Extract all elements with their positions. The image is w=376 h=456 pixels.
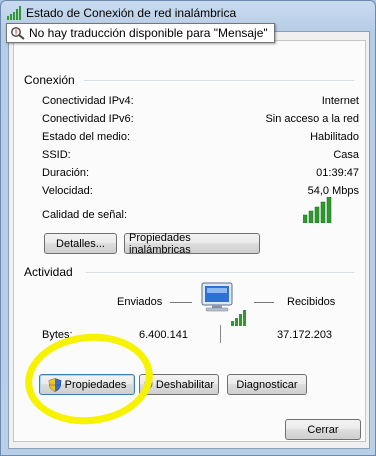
sent-label: Enviados bbox=[117, 296, 163, 308]
title-bar: Estado de Conexión de red inalámbrica bbox=[7, 4, 236, 22]
speed-label: Velocidad: bbox=[42, 185, 93, 197]
bytes-sent-value: 6.400.141 bbox=[139, 329, 188, 341]
received-label: Recibidos bbox=[287, 296, 336, 308]
ipv4-value: Internet bbox=[321, 95, 359, 107]
wireless-properties-button[interactable]: Propiedades inalámbricas bbox=[124, 232, 260, 256]
uac-shield-icon bbox=[144, 380, 153, 389]
duration-row: Duración: 01:39:47 bbox=[42, 167, 359, 179]
properties-button[interactable]: Propiedades bbox=[39, 374, 135, 395]
window-title: Estado de Conexión de red inalámbrica bbox=[26, 6, 237, 20]
magnifier-warning-icon: ! bbox=[11, 27, 25, 40]
window: Estado de Conexión de red inalámbrica ! … bbox=[0, 0, 376, 456]
connection-section-title: Conexión bbox=[24, 73, 75, 87]
ipv6-row: Conectividad IPv6: Sin acceso a la red bbox=[42, 113, 359, 125]
tooltip-text: No hay traducción disponible para "Mensa… bbox=[29, 26, 268, 40]
dialog-client: Conexión Conectividad IPv4: Internet Con… bbox=[8, 31, 370, 449]
ipv6-value: Sin acceso a la red bbox=[265, 113, 359, 125]
media-state-row: Estado del medio: Habilitado bbox=[42, 131, 359, 143]
activity-section-title: Actividad bbox=[24, 265, 73, 279]
network-computer-icon bbox=[201, 282, 246, 326]
properties-button-label: Propiedades bbox=[64, 378, 127, 391]
speed-value: 54,0 Mbps bbox=[307, 185, 359, 197]
duration-label: Duración: bbox=[42, 167, 90, 179]
general-panel: Conexión Conectividad IPv4: Internet Con… bbox=[13, 40, 366, 442]
ssid-label: SSID: bbox=[42, 149, 71, 161]
close-button[interactable]: Cerrar bbox=[285, 419, 361, 440]
details-button[interactable]: Detalles... bbox=[44, 233, 117, 254]
ssid-row: SSID: Casa bbox=[42, 149, 359, 161]
signal-quality-label: Calidad de señal: bbox=[42, 209, 128, 221]
signal-bars-icon bbox=[7, 6, 21, 20]
received-line bbox=[254, 302, 274, 303]
ssid-value: Casa bbox=[333, 149, 359, 161]
disable-button[interactable]: Deshabilitar bbox=[139, 374, 219, 395]
ipv6-label: Conectividad IPv6: bbox=[42, 113, 134, 125]
svg-text:!: ! bbox=[15, 30, 17, 37]
disable-button-label: Deshabilitar bbox=[155, 378, 214, 391]
bytes-label: Bytes: bbox=[42, 329, 73, 341]
connection-divider bbox=[84, 80, 354, 82]
bytes-received-value: 37.172.203 bbox=[277, 329, 333, 341]
duration-value: 01:39:47 bbox=[316, 167, 359, 179]
ipv4-row: Conectividad IPv4: Internet bbox=[42, 95, 359, 107]
uac-shield-icon bbox=[48, 377, 61, 392]
media-state-label: Estado del medio: bbox=[42, 131, 131, 143]
speed-row: Velocidad: 54,0 Mbps bbox=[42, 185, 359, 197]
signal-strength-icon bbox=[303, 197, 332, 223]
diagnose-button[interactable]: Diagnosticar bbox=[227, 374, 307, 395]
bytes-separator bbox=[220, 325, 221, 343]
translation-tooltip: ! No hay traducción disponible para "Men… bbox=[6, 23, 275, 43]
ipv4-label: Conectividad IPv4: bbox=[42, 95, 134, 107]
media-state-value: Habilitado bbox=[310, 131, 359, 143]
sent-line bbox=[170, 302, 192, 303]
activity-divider bbox=[86, 272, 354, 274]
